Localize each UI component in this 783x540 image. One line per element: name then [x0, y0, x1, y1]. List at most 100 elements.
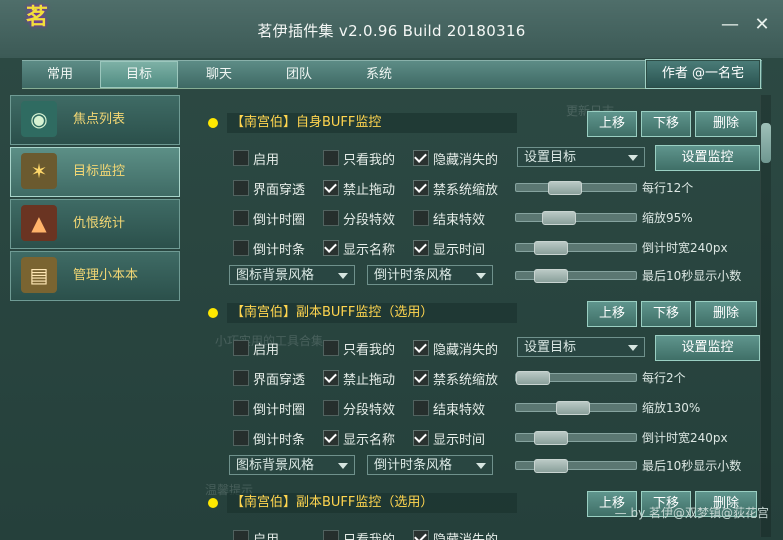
status-dot — [208, 308, 218, 318]
segment-effect-checkbox[interactable] — [323, 210, 339, 226]
tab-team[interactable]: 团队 — [260, 61, 338, 88]
option-row: 启用 只看我的 隐藏消失的 — [195, 525, 767, 540]
only-mine-checkbox[interactable] — [323, 150, 339, 166]
delete-button[interactable]: 删除 — [695, 111, 757, 137]
scrollbar-thumb[interactable] — [761, 123, 771, 163]
section-title: 【南宫伯】自身BUFF监控 — [227, 113, 517, 133]
slider-label: 最后10秒显示小数 — [642, 459, 742, 473]
slider-knob[interactable] — [534, 431, 568, 445]
no-system-scale-checkbox[interactable] — [413, 180, 429, 196]
penetrate-checkbox[interactable] — [233, 180, 249, 196]
option-row: 倒计时圈 分段特效 结束特效 缩放130% — [195, 395, 767, 419]
book-icon: ▤ — [21, 257, 57, 293]
set-monitor-button[interactable]: 设置监控 — [655, 335, 760, 361]
window-title: 茗伊插件集 v2.0.96 Build 20180316 — [257, 22, 526, 40]
slider-label: 每行12个 — [642, 181, 694, 195]
slider-knob[interactable] — [534, 459, 568, 473]
enable-checkbox[interactable] — [233, 150, 249, 166]
checkbox-label: 启用 — [253, 343, 280, 358]
option-row: 倒计时条 显示名称 显示时间 倒计时宽240px — [195, 425, 767, 449]
slider-knob[interactable] — [556, 401, 590, 415]
countdown-bar-style-dropdown[interactable]: 倒计时条风格 — [367, 265, 493, 285]
show-time-checkbox[interactable] — [413, 430, 429, 446]
set-target-select[interactable]: 设置目标 — [517, 147, 645, 167]
decimal-threshold-slider[interactable] — [515, 459, 637, 473]
sidebar-item-focus-list[interactable]: ◉ 焦点列表 — [10, 95, 180, 145]
set-target-select[interactable]: 设置目标 — [517, 337, 645, 357]
author-credit: — by 茗伊@双梦镇@荻花宫 — [614, 506, 769, 520]
close-button[interactable]: ✕ — [751, 14, 773, 36]
show-name-checkbox[interactable] — [323, 430, 339, 446]
hide-disappeared-checkbox[interactable] — [413, 530, 429, 540]
move-up-button[interactable]: 上移 — [587, 111, 637, 137]
slider-knob[interactable] — [548, 181, 582, 195]
hide-disappeared-checkbox[interactable] — [413, 150, 429, 166]
segment-effect-checkbox[interactable] — [323, 400, 339, 416]
enable-checkbox[interactable] — [233, 340, 249, 356]
slider-knob[interactable] — [516, 371, 550, 385]
show-name-checkbox[interactable] — [323, 240, 339, 256]
countdown-width-slider[interactable] — [515, 241, 637, 255]
fire-icon: ▲ — [21, 205, 57, 241]
author-button[interactable]: 作者 @一名宅 — [645, 59, 761, 89]
vertical-scrollbar[interactable] — [760, 95, 771, 537]
icon-bg-style-dropdown[interactable]: 图标背景风格 — [229, 265, 355, 285]
minimize-button[interactable]: — — [719, 14, 741, 36]
checkbox-label: 分段特效 — [343, 403, 396, 418]
scale-slider[interactable] — [515, 401, 637, 415]
option-row: 界面穿透 禁止拖动 禁系统缩放 每行12个 — [195, 175, 767, 199]
sidebar: ◉ 焦点列表 ✶ 目标监控 ▲ 仇恨统计 ▤ 管理小本本 — [10, 95, 180, 305]
checkbox-label: 启用 — [253, 529, 279, 540]
status-dot — [208, 498, 218, 508]
checkbox-label: 结束特效 — [433, 213, 486, 228]
end-effect-checkbox[interactable] — [413, 400, 429, 416]
checkbox-label: 禁止拖动 — [343, 373, 396, 388]
countdown-circle-checkbox[interactable] — [233, 210, 249, 226]
hide-disappeared-checkbox[interactable] — [413, 340, 429, 356]
checkbox-label: 只看我的 — [343, 529, 395, 540]
countdown-bar-checkbox[interactable] — [233, 240, 249, 256]
show-time-checkbox[interactable] — [413, 240, 429, 256]
countdown-circle-checkbox[interactable] — [233, 400, 249, 416]
no-drag-checkbox[interactable] — [323, 180, 339, 196]
per-row-slider[interactable] — [515, 181, 637, 195]
delete-button[interactable]: 删除 — [695, 301, 757, 327]
sidebar-item-target-monitor[interactable]: ✶ 目标监控 — [10, 147, 180, 197]
only-mine-checkbox[interactable] — [323, 340, 339, 356]
slider-label: 缩放130% — [642, 401, 701, 415]
tab-system[interactable]: 系统 — [340, 61, 418, 88]
move-down-button[interactable]: 下移 — [641, 111, 691, 137]
sidebar-item-notebook[interactable]: ▤ 管理小本本 — [10, 251, 180, 301]
countdown-bar-style-dropdown[interactable]: 倒计时条风格 — [367, 455, 493, 475]
end-effect-checkbox[interactable] — [413, 210, 429, 226]
slider-knob[interactable] — [542, 211, 576, 225]
tab-chat[interactable]: 聊天 — [180, 61, 258, 88]
checkbox-label: 隐藏消失的 — [433, 153, 499, 168]
checkbox-label: 显示时间 — [433, 243, 486, 258]
slider-knob[interactable] — [534, 269, 568, 283]
sidebar-item-hate-stats[interactable]: ▲ 仇恨统计 — [10, 199, 180, 249]
set-monitor-button[interactable]: 设置监控 — [655, 145, 760, 171]
decimal-threshold-slider[interactable] — [515, 269, 637, 283]
option-row: 界面穿透 禁止拖动 禁系统缩放 每行2个 — [195, 365, 767, 389]
per-row-slider[interactable] — [515, 371, 637, 385]
move-up-button[interactable]: 上移 — [587, 301, 637, 327]
icon-bg-style-dropdown[interactable]: 图标背景风格 — [229, 455, 355, 475]
tab-target[interactable]: 目标 — [100, 61, 178, 88]
checkbox-label: 只看我的 — [343, 153, 396, 168]
no-drag-checkbox[interactable] — [323, 370, 339, 386]
countdown-bar-checkbox[interactable] — [233, 430, 249, 446]
enable-checkbox[interactable] — [233, 530, 249, 540]
no-system-scale-checkbox[interactable] — [413, 370, 429, 386]
tab-common[interactable]: 常用 — [22, 61, 98, 88]
countdown-width-slider[interactable] — [515, 431, 637, 445]
slider-label: 倒计时宽240px — [642, 431, 728, 445]
checkbox-label: 禁止拖动 — [343, 183, 396, 198]
move-down-button[interactable]: 下移 — [641, 301, 691, 327]
slider-knob[interactable] — [534, 241, 568, 255]
penetrate-checkbox[interactable] — [233, 370, 249, 386]
checkbox-label: 禁系统缩放 — [433, 373, 499, 388]
only-mine-checkbox[interactable] — [323, 530, 339, 540]
scale-slider[interactable] — [515, 211, 637, 225]
option-row: 启用 只看我的 隐藏消失的 设置目标 设置监控 — [195, 145, 767, 171]
